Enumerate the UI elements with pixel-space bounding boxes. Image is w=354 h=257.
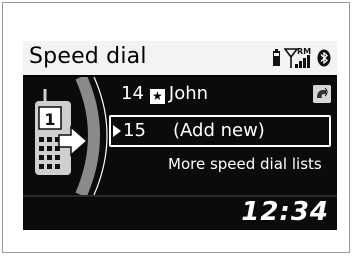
device-frame: Speed dial RM 1 14 ★ John 15 (Add new) M… — [2, 2, 350, 253]
bluetooth-icon — [317, 49, 331, 67]
entry-name: John — [168, 83, 209, 104]
clock-display: 12:34 — [241, 197, 329, 227]
add-new-label: (Add new) — [173, 120, 265, 141]
roaming-indicator: RM — [297, 47, 311, 56]
signal-strength-icon: RM — [284, 47, 311, 68]
status-indicators: RM — [272, 46, 331, 70]
more-speed-dial-lists-item[interactable]: More speed dial lists — [168, 153, 322, 175]
page-title: Speed dial — [29, 44, 147, 69]
entry-number: 14 — [121, 83, 144, 104]
selection-arrow-icon — [113, 125, 121, 137]
entry-number: 15 — [123, 120, 146, 141]
speed-dial-list-area: 1 14 ★ John 15 (Add new) More speed dial… — [23, 77, 337, 195]
star-icon: ★ — [149, 89, 165, 104]
voice-tag-icon — [313, 85, 331, 103]
phone-with-speed-dial-icon: 1 — [35, 77, 108, 195]
screen-header: Speed dial RM — [23, 41, 337, 77]
speed-dial-slot-number: 1 — [44, 110, 55, 129]
phone-battery-icon — [273, 49, 280, 66]
phone-display-screen: Speed dial RM 1 14 ★ John 15 (Add new) M… — [23, 41, 337, 230]
speed-dial-entry-john[interactable]: 14 ★ John — [121, 81, 208, 107]
status-footer: 12:34 — [23, 195, 337, 230]
add-new-speed-dial-item[interactable]: 15 (Add new) — [109, 115, 331, 147]
